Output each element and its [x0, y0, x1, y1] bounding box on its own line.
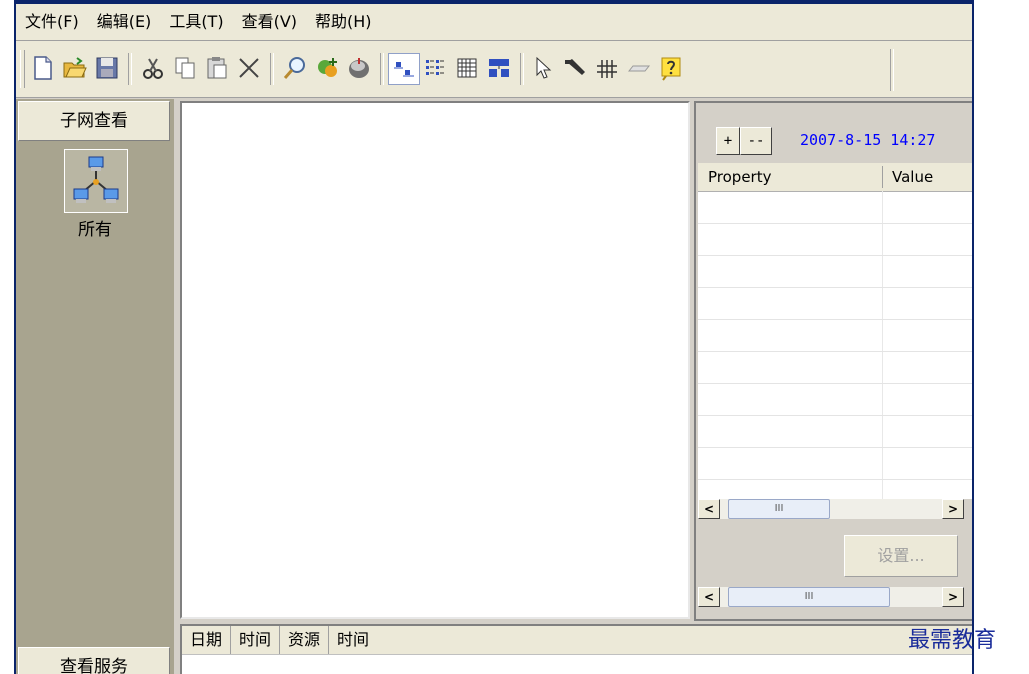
cut-icon[interactable]	[138, 53, 168, 83]
grid-row-line	[698, 479, 972, 480]
menu-file[interactable]: 文件(F)	[16, 4, 88, 40]
column-property[interactable]: Property	[702, 163, 771, 191]
toolbar-grip[interactable]	[20, 50, 25, 88]
menu-view[interactable]: 查看(V)	[233, 4, 306, 40]
grid-row-line	[698, 447, 972, 448]
grid-row-line	[698, 351, 972, 352]
grid-horizontal-scrollbar[interactable]: < III >	[698, 499, 964, 519]
grid-row-line	[698, 415, 972, 416]
help-icon[interactable]	[656, 53, 686, 83]
property-grid-header: Property Value	[698, 163, 972, 192]
new-file-icon[interactable]	[28, 53, 58, 83]
toolbar-separator	[270, 53, 274, 85]
column-time-2[interactable]: 时间	[329, 626, 377, 654]
expand-button[interactable]: +	[716, 127, 740, 155]
settings-button[interactable]: 设置...	[844, 535, 958, 577]
find-icon[interactable]	[280, 53, 310, 83]
app-window: 文件(F) 编辑(E) 工具(T) 查看(V) 帮助(H) 子网查看 所有 查看…	[14, 0, 974, 674]
event-log-header: 日期 时间 资源 时间	[182, 626, 972, 655]
collapse-button[interactable]: --	[740, 127, 772, 155]
copy-icon[interactable]	[170, 53, 200, 83]
scroll-left-arrow-icon[interactable]: <	[698, 499, 720, 519]
column-source[interactable]: 资源	[280, 626, 330, 654]
grid-row-line	[698, 255, 972, 256]
open-folder-icon[interactable]	[60, 53, 90, 83]
list-view-icon[interactable]	[452, 53, 482, 83]
toolbar-separator	[520, 53, 524, 85]
all-subnets-label: 所有	[78, 220, 112, 240]
delete-icon[interactable]	[234, 53, 264, 83]
menu-tools[interactable]: 工具(T)	[160, 4, 232, 40]
small-icons-view-icon[interactable]	[420, 53, 450, 83]
grid-row-line	[698, 319, 972, 320]
property-grid[interactable]: Property Value	[698, 163, 972, 499]
watermark: 最需教育	[908, 628, 997, 653]
menu-help[interactable]: 帮助(H)	[306, 4, 381, 40]
pointer-icon[interactable]	[528, 53, 558, 83]
menu-edit[interactable]: 编辑(E)	[88, 4, 161, 40]
map-canvas[interactable]	[180, 101, 690, 619]
grid-row-line	[698, 383, 972, 384]
toolbar-end	[890, 49, 894, 91]
panel-horizontal-scrollbar[interactable]: < III >	[698, 587, 964, 607]
toolbar	[16, 41, 972, 98]
link-tool-icon[interactable]	[560, 53, 590, 83]
event-log-list[interactable]: 日期 时间 资源 时间	[180, 624, 972, 674]
add-resource-icon[interactable]	[312, 53, 342, 83]
scroll-left-arrow-icon[interactable]: <	[698, 587, 720, 607]
scroll-right-arrow-icon[interactable]: >	[942, 499, 964, 519]
detail-view-icon[interactable]	[484, 53, 514, 83]
eraser-icon[interactable]	[624, 53, 654, 83]
grid-row-line	[698, 287, 972, 288]
network-icon[interactable]	[64, 149, 128, 213]
paste-icon[interactable]	[202, 53, 232, 83]
column-time[interactable]: 时间	[231, 626, 281, 654]
datetime-label: 2007-8-15 14:27	[800, 131, 936, 149]
toolbar-separator	[128, 53, 132, 85]
ping-icon[interactable]	[344, 53, 374, 83]
grid-column-line	[882, 191, 883, 499]
menu-bar: 文件(F) 编辑(E) 工具(T) 查看(V) 帮助(H)	[16, 4, 972, 41]
save-icon[interactable]	[92, 53, 122, 83]
grid-row-line	[698, 223, 972, 224]
column-date[interactable]: 日期	[182, 626, 232, 654]
scroll-thumb[interactable]: III	[728, 499, 830, 519]
scroll-thumb[interactable]: III	[728, 587, 890, 607]
column-divider[interactable]	[882, 166, 883, 188]
subnet-view-header[interactable]: 子网查看	[18, 101, 170, 141]
scroll-right-arrow-icon[interactable]: >	[942, 587, 964, 607]
service-view-header[interactable]: 查看服务	[18, 647, 170, 674]
column-value[interactable]: Value	[886, 163, 933, 191]
toolbar-separator	[380, 53, 384, 85]
grid-tool-icon[interactable]	[592, 53, 622, 83]
large-icons-view-icon[interactable]	[388, 53, 420, 85]
property-panel: + -- 2007-8-15 14:27 Property Value < II…	[694, 101, 972, 621]
subnet-panel: 子网查看 所有 查看服务	[16, 99, 174, 674]
